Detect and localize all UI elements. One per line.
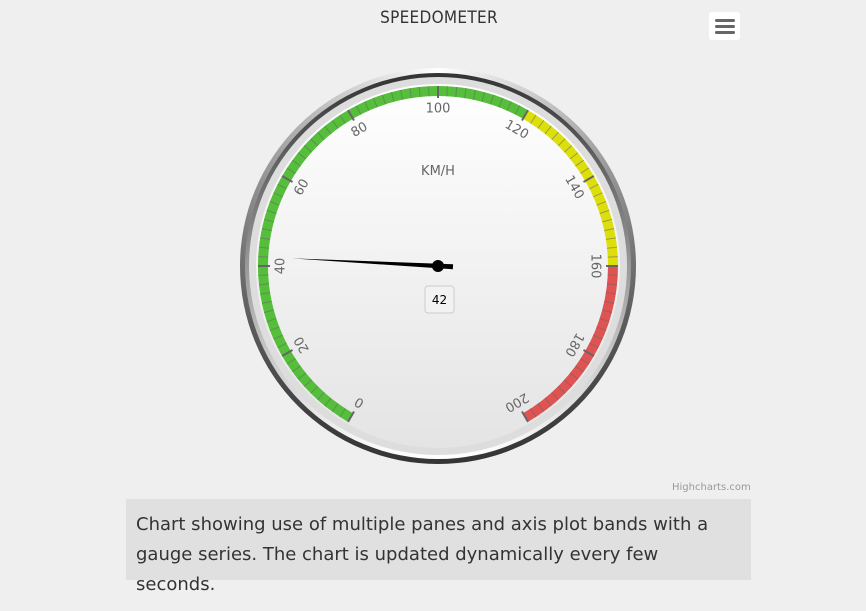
minor-tick: [607, 274, 618, 276]
gauge-chart: 020406080100120140160180200 KM/H 42: [240, 68, 636, 464]
minor-tick: [607, 256, 618, 258]
value-label: 42: [432, 293, 447, 307]
tick-label: 100: [426, 102, 451, 117]
minor-tick: [258, 274, 269, 276]
tick-label: 160: [588, 254, 603, 279]
hamburger-icon-line: [714, 24, 735, 28]
chart-container: 0 20 40 60 80 100 120 140 160 180 200 KM/H 42 SPEE…: [0, 0, 866, 500]
chart-menu-button[interactable]: [709, 12, 740, 40]
credits-link[interactable]: Highcharts.com: [672, 482, 751, 493]
chart-caption: Chart showing use of multiple panes and …: [126, 499, 751, 595]
minor-tick: [258, 256, 269, 258]
value-label-box: 42: [424, 285, 455, 314]
minor-tick: [446, 86, 448, 97]
hamburger-icon-line: [714, 30, 735, 34]
minor-tick: [428, 86, 430, 97]
needle-pivot: [432, 260, 444, 272]
unit-label: KM/H: [421, 164, 455, 179]
tick-label: 40: [274, 258, 289, 275]
hamburger-icon: [714, 18, 735, 22]
